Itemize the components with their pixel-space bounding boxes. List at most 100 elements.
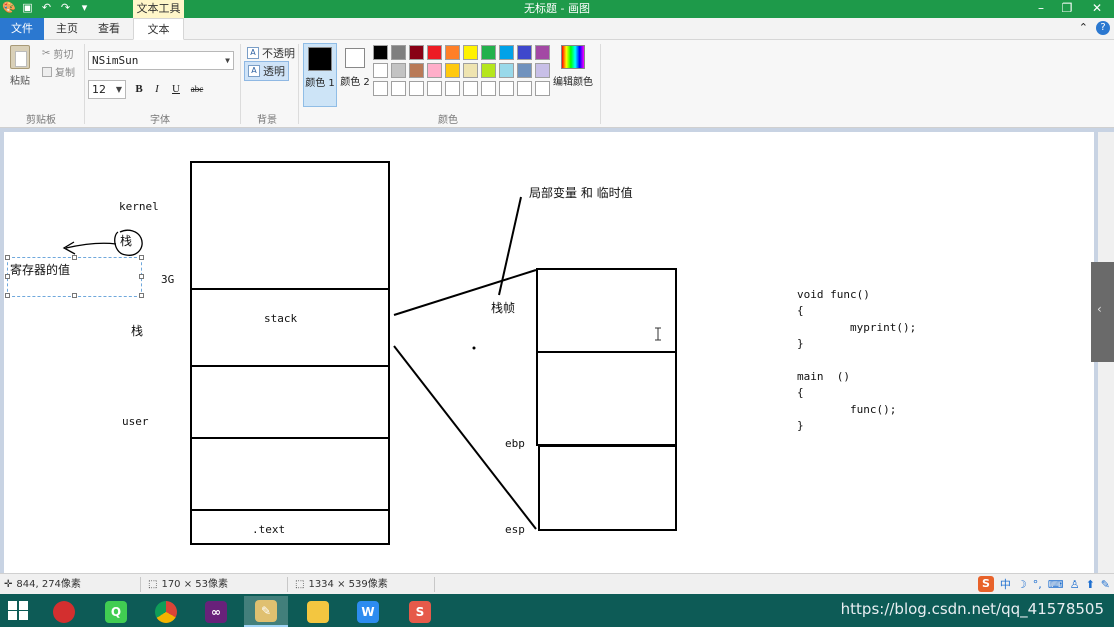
punctuation-icon[interactable]: °, bbox=[1033, 578, 1042, 591]
palette-swatch[interactable] bbox=[517, 45, 532, 60]
taskbar-app-visual-studio[interactable]: ∞ bbox=[194, 596, 238, 627]
italic-button[interactable]: I bbox=[149, 82, 165, 97]
palette-swatch[interactable] bbox=[427, 63, 442, 78]
user-icon[interactable]: ♙ bbox=[1070, 578, 1080, 591]
taskbar-app-qt[interactable]: Q bbox=[94, 596, 138, 627]
palette-swatch[interactable] bbox=[409, 63, 424, 78]
ime-mode[interactable]: 中 bbox=[1000, 576, 1011, 592]
resize-handle[interactable] bbox=[5, 293, 10, 298]
palette-swatch[interactable] bbox=[463, 45, 478, 60]
group-label-colors: 颜色 bbox=[438, 115, 458, 126]
opaque-button[interactable]: A 不透明 bbox=[244, 44, 298, 62]
wps-icon: W bbox=[357, 600, 379, 623]
taskbar-app-slides[interactable]: S bbox=[398, 596, 442, 627]
palette-swatch[interactable] bbox=[463, 81, 478, 96]
scroll-panel-handle[interactable]: ‹ bbox=[1091, 262, 1114, 362]
resize-handle[interactable] bbox=[72, 293, 77, 298]
annotation-pointer bbox=[498, 196, 522, 296]
resize-handle[interactable] bbox=[139, 255, 144, 260]
label-text-block: .text bbox=[252, 523, 286, 536]
collapse-ribbon-icon[interactable]: ⌃ bbox=[1079, 21, 1088, 35]
taskbar-app-wps[interactable]: W bbox=[346, 596, 390, 627]
paste-label: 粘贴 bbox=[10, 76, 30, 87]
palette-swatch[interactable] bbox=[499, 81, 514, 96]
copy-label: 复制 bbox=[55, 68, 75, 79]
resize-handle[interactable] bbox=[72, 255, 77, 260]
tab-text[interactable]: 文本 bbox=[133, 18, 184, 40]
taskbar-app-red-ball[interactable] bbox=[42, 596, 86, 627]
help-icon[interactable]: ? bbox=[1096, 21, 1110, 35]
canvas-area: kernel 栈 3G 栈 user stack .text 局部变量 和 临时… bbox=[0, 128, 1114, 573]
color1-button[interactable]: 颜色 1 bbox=[303, 43, 337, 107]
strikethrough-button[interactable]: abc bbox=[187, 82, 207, 97]
status-separator bbox=[140, 577, 141, 592]
sogou-logo-icon[interactable]: S bbox=[977, 576, 994, 592]
transparent-button[interactable]: A 透明 bbox=[244, 61, 289, 81]
palette-swatch[interactable] bbox=[409, 45, 424, 60]
palette-swatch[interactable] bbox=[499, 45, 514, 60]
palette-swatch[interactable] bbox=[499, 63, 514, 78]
tab-view[interactable]: 查看 bbox=[90, 18, 128, 40]
underline-button[interactable]: U bbox=[168, 82, 184, 97]
color2-button[interactable]: 颜色 2 bbox=[340, 43, 370, 107]
palette-swatch[interactable] bbox=[481, 45, 496, 60]
font-family-select[interactable]: NSimSun ▼ bbox=[88, 51, 234, 70]
paint-icon: ✎ bbox=[255, 599, 277, 622]
palette-swatch[interactable] bbox=[373, 63, 388, 78]
copy-button[interactable]: 复制 bbox=[42, 64, 75, 79]
palette-swatch[interactable] bbox=[517, 63, 532, 78]
keyboard-icon[interactable]: ⌨ bbox=[1048, 578, 1064, 591]
close-button[interactable]: ✕ bbox=[1086, 0, 1108, 18]
palette-swatch[interactable] bbox=[481, 81, 496, 96]
tab-file[interactable]: 文件 bbox=[0, 18, 44, 40]
edit-colors-button[interactable]: 编辑颜色 bbox=[552, 45, 594, 88]
paste-button[interactable]: 粘贴 bbox=[7, 45, 33, 87]
palette-swatch[interactable] bbox=[535, 63, 550, 78]
moon-icon[interactable]: ☽ bbox=[1017, 578, 1027, 591]
palette-swatch[interactable] bbox=[445, 81, 460, 96]
palette-swatch[interactable] bbox=[427, 81, 442, 96]
taskbar-app-paint[interactable]: ✎ bbox=[244, 596, 288, 627]
palette-swatch[interactable] bbox=[535, 45, 550, 60]
palette-swatch[interactable] bbox=[427, 45, 442, 60]
vertical-scrollbar[interactable]: ‹ bbox=[1091, 132, 1114, 573]
restore-button[interactable]: ❐ bbox=[1056, 0, 1078, 18]
palette-swatch[interactable] bbox=[517, 81, 532, 96]
minimize-button[interactable]: – bbox=[1030, 0, 1052, 18]
palette-swatch[interactable] bbox=[373, 45, 388, 60]
resize-handle[interactable] bbox=[139, 274, 144, 279]
resize-handle[interactable] bbox=[139, 293, 144, 298]
palette-swatch[interactable] bbox=[391, 63, 406, 78]
start-button[interactable] bbox=[8, 601, 30, 621]
palette-swatch[interactable] bbox=[481, 63, 496, 78]
code-line: } bbox=[797, 337, 804, 351]
palette-swatch[interactable] bbox=[409, 81, 424, 96]
text-input-box[interactable]: 寄存器的值 bbox=[5, 255, 144, 298]
palette-swatch[interactable] bbox=[391, 45, 406, 60]
group-separator bbox=[298, 44, 299, 124]
crosshair-icon: ✛ bbox=[4, 579, 13, 590]
bold-button[interactable]: B bbox=[131, 82, 147, 97]
taskbar-app-file-explorer[interactable] bbox=[296, 596, 340, 627]
color-palette bbox=[373, 45, 550, 96]
drawing-canvas[interactable]: kernel 栈 3G 栈 user stack .text 局部变量 和 临时… bbox=[4, 132, 1094, 573]
cursor-position: 844, 274像素 bbox=[16, 579, 81, 590]
color2-swatch bbox=[345, 48, 365, 68]
resize-handle[interactable] bbox=[5, 274, 10, 279]
palette-swatch[interactable] bbox=[373, 81, 388, 96]
status-selection: ⬚ 170 × 53像素 bbox=[148, 574, 228, 595]
palette-swatch[interactable] bbox=[391, 81, 406, 96]
taskbar-app-chrome[interactable] bbox=[144, 596, 188, 627]
palette-swatch[interactable] bbox=[445, 45, 460, 60]
text-box-content[interactable]: 寄存器的值 bbox=[10, 261, 70, 278]
skin-icon[interactable]: ⬆ bbox=[1086, 578, 1095, 591]
cut-button[interactable]: ✂ 剪切 bbox=[42, 46, 73, 61]
resize-handle[interactable] bbox=[5, 255, 10, 260]
font-size-select[interactable]: 12 ▼ bbox=[88, 80, 126, 99]
tools-icon[interactable]: ✎ bbox=[1101, 578, 1110, 591]
opaque-label: 不透明 bbox=[262, 47, 295, 60]
palette-swatch[interactable] bbox=[535, 81, 550, 96]
palette-swatch[interactable] bbox=[445, 63, 460, 78]
palette-swatch[interactable] bbox=[463, 63, 478, 78]
tab-home[interactable]: 主页 bbox=[48, 18, 86, 40]
